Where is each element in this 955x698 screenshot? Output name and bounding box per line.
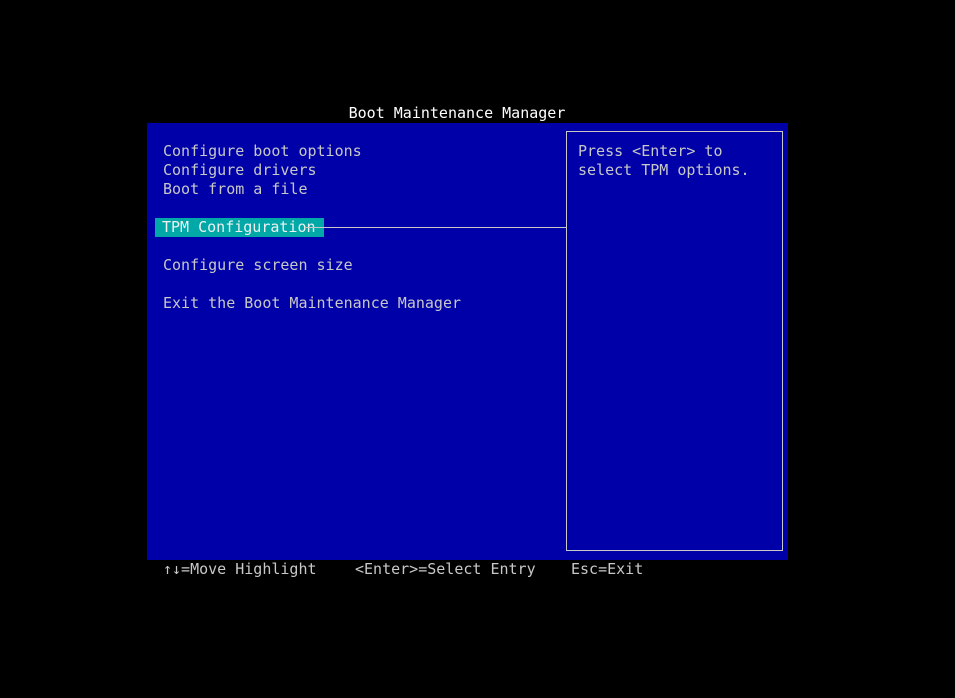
footer-select-entry-hint: <Enter>=Select Entry (355, 560, 536, 578)
footer-exit-hint: Esc=Exit (571, 560, 644, 578)
footer-move-highlight-hint: ↑↓=Move Highlight (163, 560, 317, 578)
menu-item-exit-boot-maintenance-manager[interactable]: Exit the Boot Maintenance Manager (163, 294, 461, 313)
menu-item-configure-screen-size[interactable]: Configure screen size (163, 256, 353, 275)
menu-item-configure-drivers[interactable]: Configure drivers (163, 161, 317, 180)
help-text-line-1: Press <Enter> to (578, 142, 723, 160)
selection-connector-line (306, 227, 567, 228)
menu-item-configure-boot-options[interactable]: Configure boot options (163, 142, 362, 161)
help-panel (566, 131, 783, 551)
page-title: Boot Maintenance Manager (348, 104, 566, 122)
menu-item-boot-from-file[interactable]: Boot from a file (163, 180, 308, 199)
menu-item-tpm-configuration[interactable]: TPM Configuration (155, 218, 324, 237)
help-text-line-2: select TPM options. (578, 161, 750, 179)
